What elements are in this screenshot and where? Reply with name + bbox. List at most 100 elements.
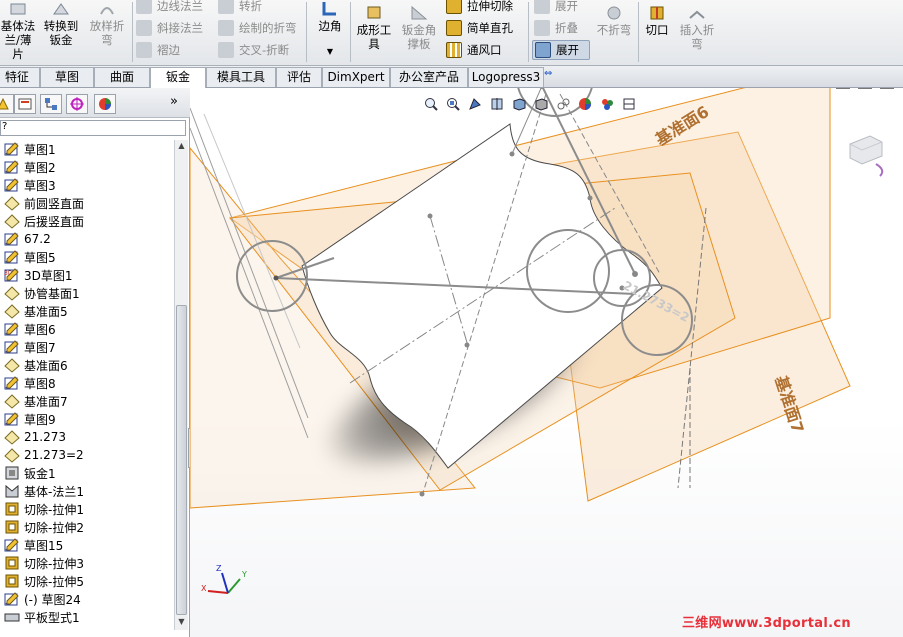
cross-break-button[interactable]: 交叉-折断 <box>218 40 289 60</box>
ribbon-separator <box>306 2 307 62</box>
tree-item[interactable]: 切除-拉伸3 <box>0 554 176 572</box>
fold-button[interactable]: 折叠 <box>534 18 578 38</box>
configuration-manager-tab[interactable] <box>40 94 62 114</box>
tree-item[interactable]: 67.2 <box>0 230 176 248</box>
zoom-to-fit-icon[interactable] <box>422 95 440 113</box>
tree-item[interactable]: (-) 草图24 <box>0 590 176 608</box>
jog-button[interactable]: 转折 <box>218 0 262 16</box>
tree-item[interactable]: 草图7 <box>0 338 176 356</box>
simple-hole-button[interactable]: 简单直孔 <box>446 18 513 38</box>
split-view-icon[interactable]: ▯ <box>836 88 850 89</box>
tab-office-products[interactable]: 办公室产品 <box>390 67 468 87</box>
task-pane-tab-icon[interactable] <box>846 130 886 178</box>
sketch-point[interactable] <box>464 342 470 348</box>
insert-bends-button[interactable]: 插入折 弯 <box>676 4 718 51</box>
vent-button[interactable]: 通风口 <box>446 40 502 60</box>
tree-item[interactable]: 草图6 <box>0 320 176 338</box>
graphics-area[interactable]: 基准面6 基准面7 21.2733=2 Y X Z <box>190 88 903 637</box>
previous-view-icon[interactable] <box>466 95 484 113</box>
sketch-point[interactable] <box>419 491 425 497</box>
convert-to-sheet-metal-button[interactable]: 转换到 钣金 <box>40 0 82 47</box>
lofted-bend-button[interactable]: 放样折 弯 <box>86 0 128 47</box>
tree-item[interactable]: 21.273 <box>0 428 176 446</box>
tree-item[interactable]: 草图5 <box>0 248 176 266</box>
feature-tree-tab[interactable] <box>0 94 14 114</box>
flatten-label: 展开 <box>556 43 579 57</box>
tree-item[interactable]: 3D 3D草图1 <box>0 266 176 284</box>
sketch-point[interactable] <box>509 151 515 157</box>
tree-item[interactable]: 前圆竖直面 <box>0 194 176 212</box>
tree-item[interactable]: 草图15 <box>0 536 176 554</box>
sketch-icon <box>4 411 20 427</box>
feature-filter-input[interactable]: ? <box>0 120 186 136</box>
unfold-button[interactable]: 展开 <box>534 0 578 16</box>
restore-window-icon[interactable]: ▭ <box>858 88 872 89</box>
sketched-bend-label: 绘制的折弯 <box>239 21 297 35</box>
sketch-point[interactable] <box>587 195 593 201</box>
sketch-point[interactable] <box>427 213 433 219</box>
expand-panel-icon[interactable]: » <box>170 94 178 109</box>
tab-features[interactable]: 特征 <box>0 67 40 87</box>
tree-item[interactable]: 21.273=2 <box>0 446 176 464</box>
tree-item[interactable]: 草图3 <box>0 176 176 194</box>
hem-button[interactable]: 褶边 <box>136 40 180 60</box>
tree-item[interactable]: 钣金1 <box>0 464 176 482</box>
feature-tree-scrollbar[interactable]: ▲ ▼ <box>174 140 188 630</box>
solidworks-window: 基体法 兰/薄片 转换到 钣金 放样折 弯 边线法兰 斜接法兰 褶边 转折 绘制… <box>0 0 903 637</box>
sketch-point[interactable] <box>632 271 638 277</box>
no-bends-button[interactable]: 不折弯 <box>594 4 634 37</box>
flatten-button[interactable]: 展开 <box>532 40 590 60</box>
edit-appearance-icon[interactable] <box>576 95 594 113</box>
corner-button[interactable]: 边角 ▼ <box>312 0 348 59</box>
view-orientation-icon[interactable] <box>510 95 528 113</box>
property-manager-tab[interactable] <box>14 94 36 114</box>
section-view-icon[interactable] <box>488 95 506 113</box>
scrollbar-thumb[interactable] <box>176 305 187 615</box>
view-settings-icon[interactable] <box>620 95 638 113</box>
tree-item[interactable]: 基准面5 <box>0 302 176 320</box>
tree-item[interactable]: 切除-拉伸2 <box>0 518 176 536</box>
tree-item[interactable]: 草图9 <box>0 410 176 428</box>
tree-item[interactable]: 基准面7 <box>0 392 176 410</box>
scroll-down-icon[interactable]: ▼ <box>176 616 187 628</box>
cut-extrude-icon <box>4 519 20 535</box>
tab-surfaces[interactable]: 曲面 <box>94 67 150 87</box>
tree-item[interactable]: 协管基面1 <box>0 284 176 302</box>
sketch-icon <box>4 591 20 607</box>
tab-evaluate[interactable]: 评估 <box>276 67 322 87</box>
tree-item[interactable]: 基准面6 <box>0 356 176 374</box>
base-flange-button[interactable]: 基体法 兰/薄片 <box>0 0 36 61</box>
extruded-cut-button[interactable]: 拉伸切除 <box>446 0 513 16</box>
hide-show-items-icon[interactable] <box>554 95 572 113</box>
tree-item[interactable]: 草图2 <box>0 158 176 176</box>
rip-button[interactable]: 切口 <box>642 4 672 37</box>
miter-flange-button[interactable]: 斜接法兰 <box>136 18 203 38</box>
tree-item[interactable]: 草图1 <box>0 140 176 158</box>
tab-sketch[interactable]: 草图 <box>40 67 94 87</box>
dimxpert-manager-tab[interactable] <box>66 94 88 114</box>
zoom-to-area-icon[interactable] <box>444 95 462 113</box>
tree-item[interactable]: 切除-拉伸1 <box>0 500 176 518</box>
tab-logopress3[interactable]: Logopress3 <box>468 67 544 87</box>
pin-icon[interactable]: ⇔ <box>544 68 552 79</box>
tab-sheet-metal[interactable]: 钣金 <box>150 67 206 89</box>
close-window-icon[interactable]: × <box>880 88 894 89</box>
gusset-button[interactable]: 钣金角 撑板 <box>398 4 440 51</box>
forming-tool-button[interactable]: 成形工 具 <box>354 4 394 51</box>
tree-item[interactable]: 切除-拉伸5 <box>0 572 176 590</box>
tab-dimxpert[interactable]: DimXpert <box>322 67 390 87</box>
sketched-bend-button[interactable]: 绘制的折弯 <box>218 18 297 38</box>
tree-item[interactable]: 基体-法兰1 <box>0 482 176 500</box>
tree-item[interactable]: 草图8 <box>0 374 176 392</box>
ribbon-separator <box>132 2 133 62</box>
tree-item[interactable]: 后援竖直面 <box>0 212 176 230</box>
display-style-icon[interactable] <box>532 95 550 113</box>
apply-scene-icon[interactable] <box>598 95 616 113</box>
display-manager-tab[interactable] <box>94 94 116 114</box>
tree-item[interactable]: 平板型式1 <box>0 608 176 626</box>
tab-mold-tools[interactable]: 模具工具 <box>206 67 276 87</box>
edge-flange-button[interactable]: 边线法兰 <box>136 0 203 16</box>
sketch-point[interactable] <box>273 275 279 281</box>
corner-dropdown-icon[interactable]: ▼ <box>327 45 333 59</box>
scroll-up-icon[interactable]: ▲ <box>176 140 187 152</box>
